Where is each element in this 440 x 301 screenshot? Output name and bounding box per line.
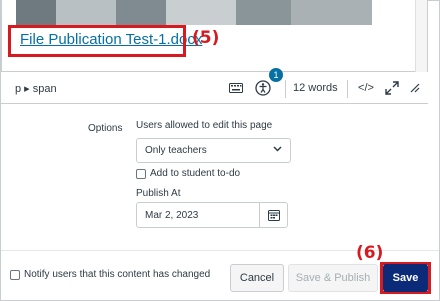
edit-permission-select[interactable]: Only teachers [136, 138, 291, 163]
word-count[interactable]: 12 words [293, 82, 338, 94]
edit-permission-label: Users allowed to edit this page [136, 120, 273, 131]
divider [347, 80, 348, 98]
add-todo-label: Add to student to-do [150, 168, 241, 179]
notify-users-checkbox[interactable] [10, 270, 20, 280]
keyboard-icon[interactable] [227, 79, 245, 97]
callout-number-5: (5) [192, 28, 220, 48]
divider [285, 80, 286, 98]
accessibility-issue-badge: 1 [269, 68, 283, 82]
callout-number-6: (6) [356, 243, 384, 263]
editor-status-bar: p ▸ span 1 12 words </> [1, 68, 428, 104]
expand-icon[interactable] [383, 79, 401, 97]
element-path[interactable]: p ▸ span [15, 82, 57, 95]
add-todo-checkbox[interactable] [136, 169, 146, 179]
editor-scrollbar[interactable] [415, 0, 427, 72]
options-heading: Options [88, 123, 123, 134]
save-and-publish-button[interactable]: Save & Publish [288, 264, 378, 292]
embedded-image [16, 0, 372, 25]
publish-date-value: Mar 2, 2023 [145, 210, 199, 221]
callout-highlight-5 [8, 25, 186, 57]
cancel-button[interactable]: Cancel [230, 264, 284, 292]
notify-users-label: Notify users that this content has chang… [24, 269, 211, 280]
html-editor-toggle[interactable]: </> [355, 79, 377, 97]
save-button[interactable]: Save [383, 264, 428, 292]
chevron-down-icon [273, 144, 282, 156]
resize-handle-icon[interactable] [408, 79, 422, 97]
publish-at-label: Publish At [136, 188, 181, 199]
publish-date-input[interactable]: Mar 2, 2023 [136, 202, 288, 228]
edit-permission-value: Only teachers [145, 145, 207, 156]
calendar-icon[interactable] [259, 203, 287, 227]
accessibility-icon[interactable] [254, 79, 272, 97]
